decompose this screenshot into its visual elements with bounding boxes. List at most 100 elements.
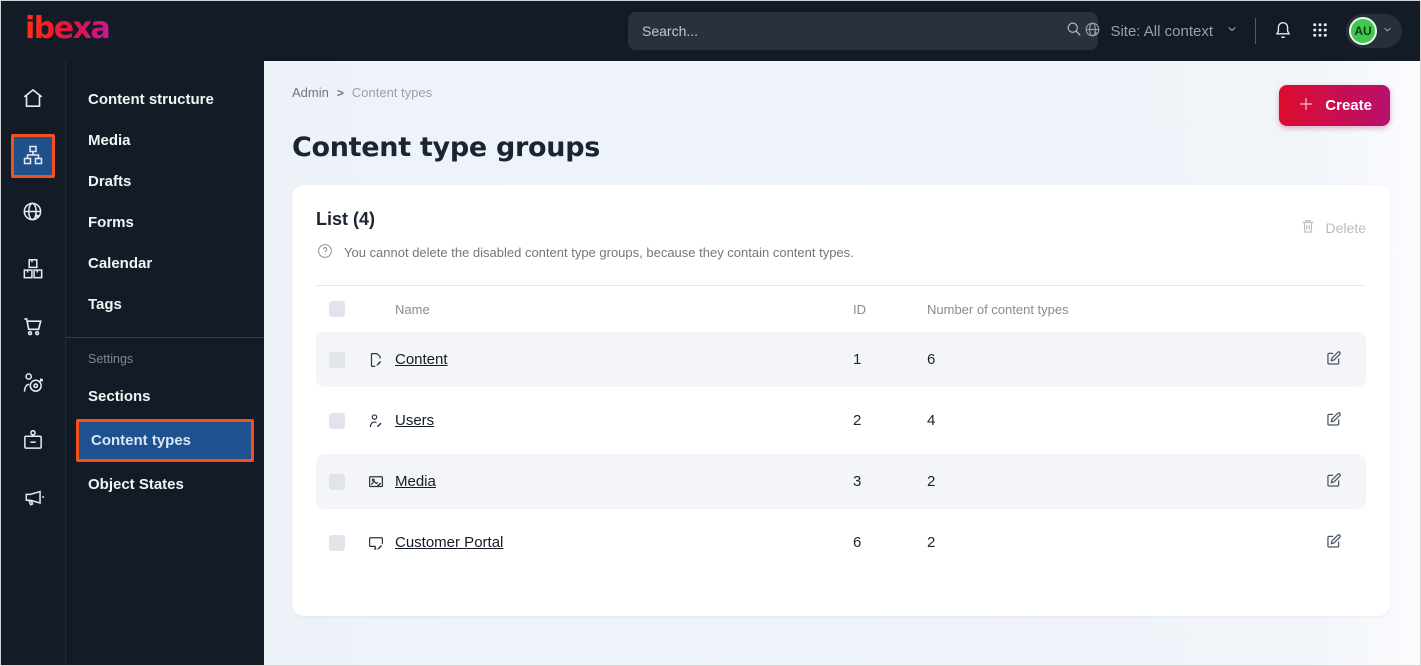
topbar-right: Site: All context AU	[1083, 1, 1402, 61]
sidebar-item-content-types[interactable]: Content types	[76, 419, 254, 462]
rail-item-content[interactable]	[11, 134, 55, 178]
breadcrumb-admin[interactable]: Admin	[292, 85, 329, 100]
cart-icon	[20, 313, 46, 342]
notifications-button[interactable]	[1272, 19, 1294, 44]
row-checkbox[interactable]	[329, 412, 345, 429]
app-switcher-button[interactable]	[1310, 20, 1330, 43]
list-title: List (4)	[316, 209, 376, 229]
rail-item-personalization[interactable]	[11, 362, 55, 406]
create-button-label: Create	[1325, 97, 1372, 114]
personalization-icon	[20, 370, 46, 399]
search-icon[interactable]	[1064, 19, 1084, 44]
rail-item-dashboard[interactable]	[11, 77, 55, 121]
rail-item-site[interactable]	[11, 191, 55, 235]
plus-icon	[1297, 95, 1315, 117]
bell-icon	[1272, 19, 1294, 44]
chevron-down-icon	[1225, 22, 1239, 40]
list-help-text: You cannot delete the disabled content t…	[344, 245, 854, 260]
group-link-users[interactable]: Users	[395, 412, 434, 429]
group-id: 3	[853, 473, 862, 490]
content-type-groups-card: List (4) You cannot delete the disabled …	[292, 185, 1390, 616]
group-id: 2	[853, 412, 862, 429]
row-checkbox[interactable]	[329, 351, 345, 368]
sidebar-item-calendar[interactable]: Calendar	[66, 243, 264, 284]
breadcrumb-current: Content types	[351, 85, 433, 100]
megaphone-icon	[20, 484, 46, 513]
column-header-id: ID	[853, 301, 866, 317]
table-header: Name ID Number of content types	[316, 286, 1366, 332]
home-icon	[20, 85, 46, 114]
select-all-checkbox[interactable]	[329, 301, 345, 317]
trash-icon	[1299, 217, 1317, 238]
search-input[interactable]	[642, 23, 1064, 39]
table-row: Media 3 2	[316, 454, 1366, 509]
group-id: 6	[853, 534, 862, 551]
help-icon	[316, 242, 334, 263]
image-icon	[367, 473, 395, 491]
group-count: 4	[927, 412, 936, 429]
edit-button[interactable]	[1313, 471, 1353, 493]
group-link-content[interactable]: Content	[395, 351, 448, 368]
site-globe-icon	[1083, 20, 1102, 43]
user-icon	[367, 412, 395, 430]
content-sidebar: Content structure Media Drafts Forms Cal…	[65, 61, 264, 665]
group-link-customer-portal[interactable]: Customer Portal	[395, 534, 503, 551]
avatar: AU	[1349, 17, 1377, 45]
rail-item-admin[interactable]	[11, 419, 55, 463]
global-search[interactable]	[628, 12, 1098, 50]
sidebar-divider	[66, 337, 264, 338]
group-count: 2	[927, 473, 936, 490]
main-nav-rail	[1, 61, 65, 665]
topbar-divider	[1255, 18, 1256, 44]
table-row: Content 1 6	[316, 332, 1366, 387]
sidebar-item-tags[interactable]: Tags	[66, 284, 264, 325]
edit-icon	[1324, 410, 1343, 432]
app-grid-icon	[1310, 20, 1330, 43]
content-file-icon	[367, 351, 395, 369]
table-row: Users 2 4	[316, 393, 1366, 448]
edit-icon	[1324, 532, 1343, 554]
page-title: Content type groups	[292, 132, 600, 163]
table-row: Customer Portal 6 2	[316, 515, 1366, 570]
monitor-icon	[367, 534, 395, 552]
topbar: ibexa Site: All context	[1, 1, 1420, 61]
sitemap-icon	[21, 143, 45, 170]
edit-icon	[1324, 349, 1343, 371]
edit-button[interactable]	[1313, 349, 1353, 371]
breadcrumb-separator: >	[336, 85, 344, 100]
web-globe-icon	[20, 199, 46, 228]
ibexa-logo[interactable]: ibexa	[25, 14, 111, 48]
main-content: Admin > Content types Create Content typ…	[264, 61, 1420, 665]
edit-button[interactable]	[1313, 532, 1353, 554]
breadcrumb: Admin > Content types	[292, 85, 1390, 100]
create-button[interactable]: Create	[1279, 85, 1390, 126]
sidebar-item-content-structure[interactable]: Content structure	[66, 79, 264, 120]
chevron-down-icon	[1381, 23, 1394, 39]
sidebar-item-media[interactable]: Media	[66, 120, 264, 161]
delete-button-label: Delete	[1325, 219, 1366, 236]
sidebar-item-forms[interactable]: Forms	[66, 202, 264, 243]
site-context-selector[interactable]: Site: All context	[1083, 20, 1239, 43]
column-header-name: Name	[395, 301, 430, 317]
user-menu[interactable]: AU	[1346, 14, 1402, 48]
badge-icon	[20, 427, 46, 456]
group-id: 1	[853, 351, 862, 368]
row-checkbox[interactable]	[329, 534, 345, 551]
rail-item-commerce[interactable]	[11, 305, 55, 349]
edit-button[interactable]	[1313, 410, 1353, 432]
column-header-count: Number of content types	[927, 301, 1069, 317]
rail-item-products[interactable]	[11, 248, 55, 292]
rail-item-campaigns[interactable]	[11, 476, 55, 520]
group-count: 6	[927, 351, 936, 368]
edit-icon	[1324, 471, 1343, 493]
packages-icon	[20, 256, 46, 285]
app-window: ibexa Site: All context	[0, 0, 1421, 666]
group-count: 2	[927, 534, 936, 551]
site-context-label: Site: All context	[1110, 22, 1213, 40]
row-checkbox[interactable]	[329, 473, 345, 490]
delete-button[interactable]: Delete	[1299, 209, 1366, 238]
group-link-media[interactable]: Media	[395, 473, 436, 490]
sidebar-item-drafts[interactable]: Drafts	[66, 161, 264, 202]
sidebar-item-object-states[interactable]: Object States	[66, 464, 264, 505]
sidebar-item-sections[interactable]: Sections	[66, 376, 264, 417]
